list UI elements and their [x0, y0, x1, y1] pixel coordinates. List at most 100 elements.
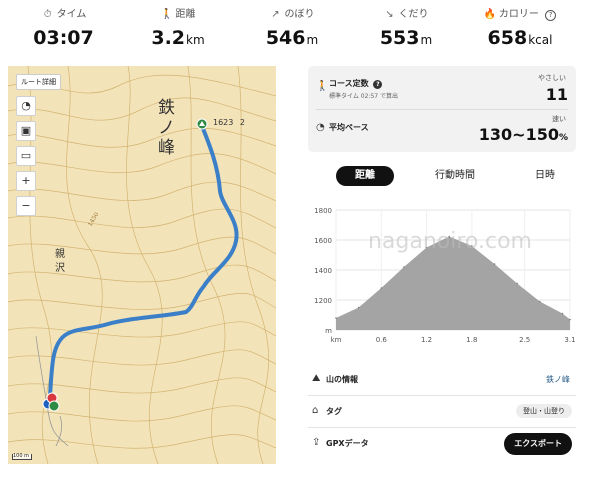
tag-chip[interactable]: 登山・山登り	[516, 404, 572, 418]
pace-row: ◔ 平均ペース 速い 130~150%	[308, 109, 576, 152]
elevation-point	[569, 318, 571, 321]
course-constant-label: コース定数	[329, 79, 369, 88]
stat-descent: ↘ くだり 553m	[346, 8, 466, 52]
stat-distance: 🚶 距離 3.2km	[118, 8, 238, 52]
stat-value: 553	[379, 27, 420, 49]
x-tick-label: 1.8	[466, 336, 477, 344]
stats-bar: ⏱ タイム 03:07 🚶 距離 3.2km ↗ のぼり 546m ↘ くだり 553m…	[0, 0, 596, 60]
pace-value: 130~150%	[479, 125, 568, 144]
difficulty-label: やさしい	[538, 74, 566, 82]
stat-value: 3.2	[151, 27, 186, 49]
pace-speed-label: 速い	[552, 115, 566, 123]
camera-button[interactable]: ▣	[16, 121, 36, 141]
gpx-label: GPXデータ	[326, 439, 369, 448]
course-constant-row: 🚶 コース定数 ? 標準タイム 02:57 で算出 やさしい 11	[308, 66, 576, 109]
route-line	[48, 124, 239, 398]
course-constant-sub: 標準タイム 02:57 で算出	[329, 93, 398, 100]
camera-icon: ▣	[20, 124, 32, 137]
stat-label: カロリー	[498, 9, 539, 20]
elevation-point	[539, 300, 541, 303]
x-tick-label: 1.2	[421, 336, 432, 344]
pace-unit: %	[558, 133, 568, 143]
mountain-link[interactable]: 鉄ノ峰	[546, 374, 570, 385]
checkpoint-marker	[48, 400, 60, 412]
stat-label: 距離	[175, 9, 196, 20]
stat-label: のぼり	[284, 9, 315, 20]
tag-label: タグ	[326, 407, 342, 416]
minus-icon: −	[21, 199, 31, 212]
course-info-card: 🚶 コース定数 ? 標準タイム 02:57 で算出 やさしい 11 ◔ 平均ペー…	[308, 66, 576, 152]
y-tick-label: 1200	[314, 297, 332, 305]
stat-label: タイム	[56, 9, 87, 20]
tab-distance[interactable]: 距離	[336, 166, 394, 186]
pace-value-number: 130~150	[478, 125, 559, 144]
chart-tabs: 距離 行動時間 日時	[308, 162, 576, 188]
hiker-icon: 🚶	[316, 81, 329, 92]
upload-icon: ⇪	[312, 437, 321, 448]
help-icon[interactable]: ?	[373, 80, 383, 89]
elevation-point	[493, 263, 496, 265]
stat-calories: 🔥 カロリー ? 658kcal	[460, 8, 580, 52]
tag-row: ⌂ タグ 登山・山登り	[308, 396, 576, 428]
elevation-chart: 1800 1600 1400 1200 mkm 0.6 1.2 1.8 2.5 3.1 nagano…	[314, 207, 575, 344]
arrow-down-right-icon: ↘	[385, 9, 394, 20]
stat-label: くだり	[398, 9, 429, 20]
x-tick-label: 3.1	[564, 336, 575, 344]
mountain-info-label: 山の情報	[326, 375, 358, 384]
stat-value: 658	[487, 27, 528, 49]
elevation-point	[335, 317, 337, 319]
gauge-icon: ◔	[21, 99, 31, 112]
stat-unit: m	[420, 33, 433, 47]
arrow-up-right-icon: ↗	[271, 9, 280, 20]
y-tick-label: m	[325, 327, 332, 335]
peak-marker	[196, 118, 208, 130]
stat-unit: m	[306, 33, 319, 47]
stat-ascent: ↗ のぼり 546m	[232, 8, 352, 52]
x-tick-label: 2.5	[519, 336, 530, 344]
stat-time: ⏱ タイム 03:07	[4, 8, 124, 52]
stat-unit: km	[186, 33, 205, 47]
elevation-point	[403, 266, 405, 268]
zoom-in-button[interactable]: +	[16, 171, 36, 191]
video-button[interactable]: ▭	[16, 146, 36, 166]
course-constant-value: 11	[545, 85, 568, 104]
y-tick-label: 1800	[314, 207, 332, 215]
export-button[interactable]: エクスポート	[504, 433, 572, 455]
mountain-icon: ⛰	[312, 373, 321, 384]
route-map[interactable]: 鉄ノ峰 1623 2 親沢 1450 ルート詳細 ◔ ▣ ▭ + − 100 m	[8, 66, 276, 464]
mountain-info-row[interactable]: ⛰ 山の情報 鉄ノ峰	[308, 364, 576, 396]
route-details-button[interactable]: ルート詳細	[16, 74, 61, 90]
valley-name-label: 親沢	[55, 249, 65, 274]
tab-moving-time[interactable]: 行動時間	[423, 166, 487, 186]
peak-elevation-value: 1623	[213, 118, 234, 127]
elevation-point	[561, 312, 564, 315]
stopwatch-icon: ⏱	[43, 9, 52, 20]
compass-button[interactable]: ◔	[16, 96, 36, 116]
x-tick-label: 0.6	[376, 336, 388, 344]
gpx-row: ⇪ GPXデータ エクスポート	[308, 428, 576, 460]
y-tick-label: 1400	[314, 267, 332, 275]
video-icon: ▭	[20, 149, 32, 162]
stat-value: 546	[265, 27, 306, 49]
course-constant-title: コース定数 ?	[329, 78, 383, 89]
elevation-point	[357, 306, 360, 309]
stat-value: 03:07	[33, 27, 94, 49]
walking-icon: 🚶	[160, 9, 173, 20]
plus-icon: +	[21, 174, 31, 187]
tab-datetime[interactable]: 日時	[516, 166, 574, 186]
speedometer-icon: ◔	[316, 122, 325, 133]
watermark: naganoiro.com	[368, 229, 532, 254]
peak-elevation-suffix: 2	[239, 118, 245, 127]
peak-elevation-label: 1623 2	[213, 118, 245, 127]
pace-title: 平均ペース	[329, 123, 369, 132]
map-scale: 100 m	[12, 454, 32, 460]
tag-icon: ⌂	[312, 405, 319, 416]
y-tick-label: 1600	[314, 237, 332, 245]
stat-unit: kcal	[528, 33, 553, 47]
zoom-out-button[interactable]: −	[16, 196, 36, 216]
flame-icon: 🔥	[483, 9, 497, 20]
elevation-point	[516, 282, 518, 285]
help-icon[interactable]: ?	[545, 10, 557, 21]
elevation-point	[380, 287, 383, 289]
peak-name-label: 鉄ノ峰	[158, 98, 175, 158]
